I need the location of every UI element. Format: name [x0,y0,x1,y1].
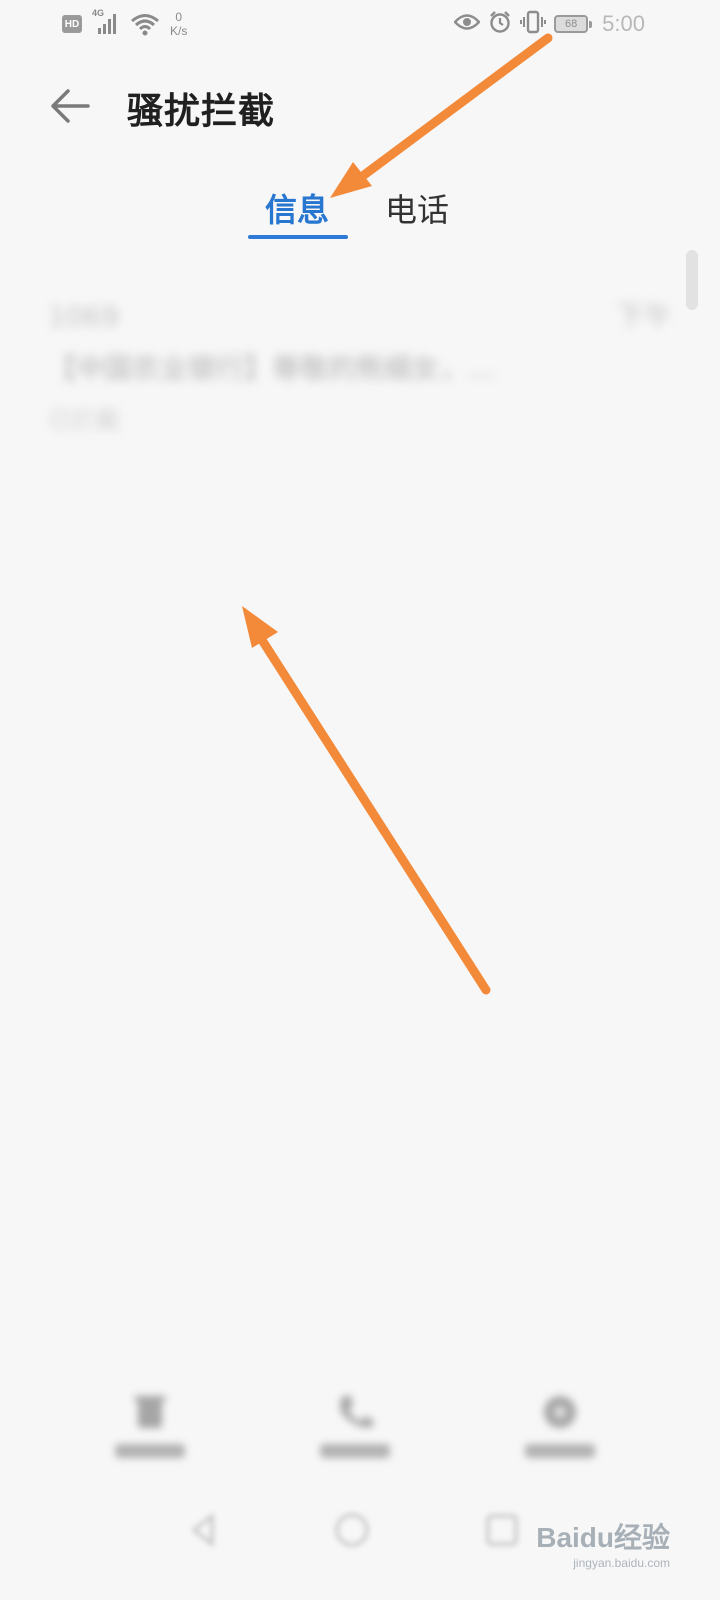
toolbar-button-1[interactable] [100,1390,200,1458]
watermark-url: jingyan.baidu.com [573,1556,670,1570]
scrollbar-thumb[interactable] [686,250,698,310]
battery-icon: 68 [554,15,593,33]
hd-badge: HD [62,15,82,33]
message-status: 已拦截 [48,406,120,434]
delete-icon [128,1390,172,1434]
alarm-icon [488,10,512,38]
cellular-signal-icon: 4G [92,8,120,36]
phone-icon [333,1390,377,1434]
message-preview [48,548,672,602]
nav-back-icon[interactable] [182,1508,226,1552]
wifi-icon [130,12,160,42]
vibrate-icon [520,10,547,38]
app-screen: HD 4G 0 K/s 68 5:00 骚扰拦截 信息 电话 1069 下午 【… [0,0,720,1600]
bottom-toolbar [0,1380,720,1490]
tab-calls[interactable]: 电话 [385,185,449,231]
list-item[interactable] [0,486,720,692]
message-preview [48,754,672,808]
app-header: 骚扰拦截 [0,70,720,140]
message-preview [48,960,672,1014]
network-type: 4G [92,8,105,18]
status-bar-left: HD 4G 0 K/s [62,8,187,42]
list-item[interactable]: 1069 下午 【中国农业银行】尊敬的熊细女，… 已拦截 [0,280,720,486]
status-bar-right: 68 5:00 [453,10,645,38]
speed-unit: K/s [170,24,188,38]
tab-bar: 信息 电话 [0,175,720,245]
eye-comfort-icon [453,12,481,36]
toolbar-button-2[interactable] [305,1390,405,1458]
status-bar: HD 4G 0 K/s 68 5:00 [0,0,720,50]
tab-messages[interactable]: 信息 [265,185,329,231]
message-status [48,1220,672,1268]
message-preview: 【中国农业银行】尊敬的熊细女，… [48,352,497,385]
watermark-brand: Baidu经验 [536,1522,670,1553]
settings-icon [538,1390,582,1434]
list-item[interactable] [0,898,720,1104]
message-status [48,1014,672,1062]
back-arrow-icon[interactable] [48,84,92,128]
network-speed: 0 K/s [170,10,187,38]
toolbar-button-3[interactable] [510,1390,610,1458]
battery-level: 68 [565,18,578,30]
message-sender: 1069 [48,300,120,333]
message-status [48,808,672,856]
page-title: 骚扰拦截 [127,91,276,132]
speed-value: 0 [175,10,183,24]
list-item[interactable] [0,692,720,898]
list-item[interactable] [0,1104,720,1310]
nav-recents-icon[interactable] [480,1508,524,1552]
message-preview [48,1166,672,1220]
baidu-jingyan-watermark: Baidu经验 jingyan.baidu.com [536,1516,670,1570]
blocked-message-list[interactable]: 1069 下午 【中国农业银行】尊敬的熊细女，… 已拦截 [0,280,720,1380]
message-time: 下午 [615,300,672,333]
active-tab-indicator [248,235,348,239]
message-status [48,602,672,650]
nav-home-icon[interactable] [330,1508,374,1552]
status-time: 5:00 [602,11,645,36]
